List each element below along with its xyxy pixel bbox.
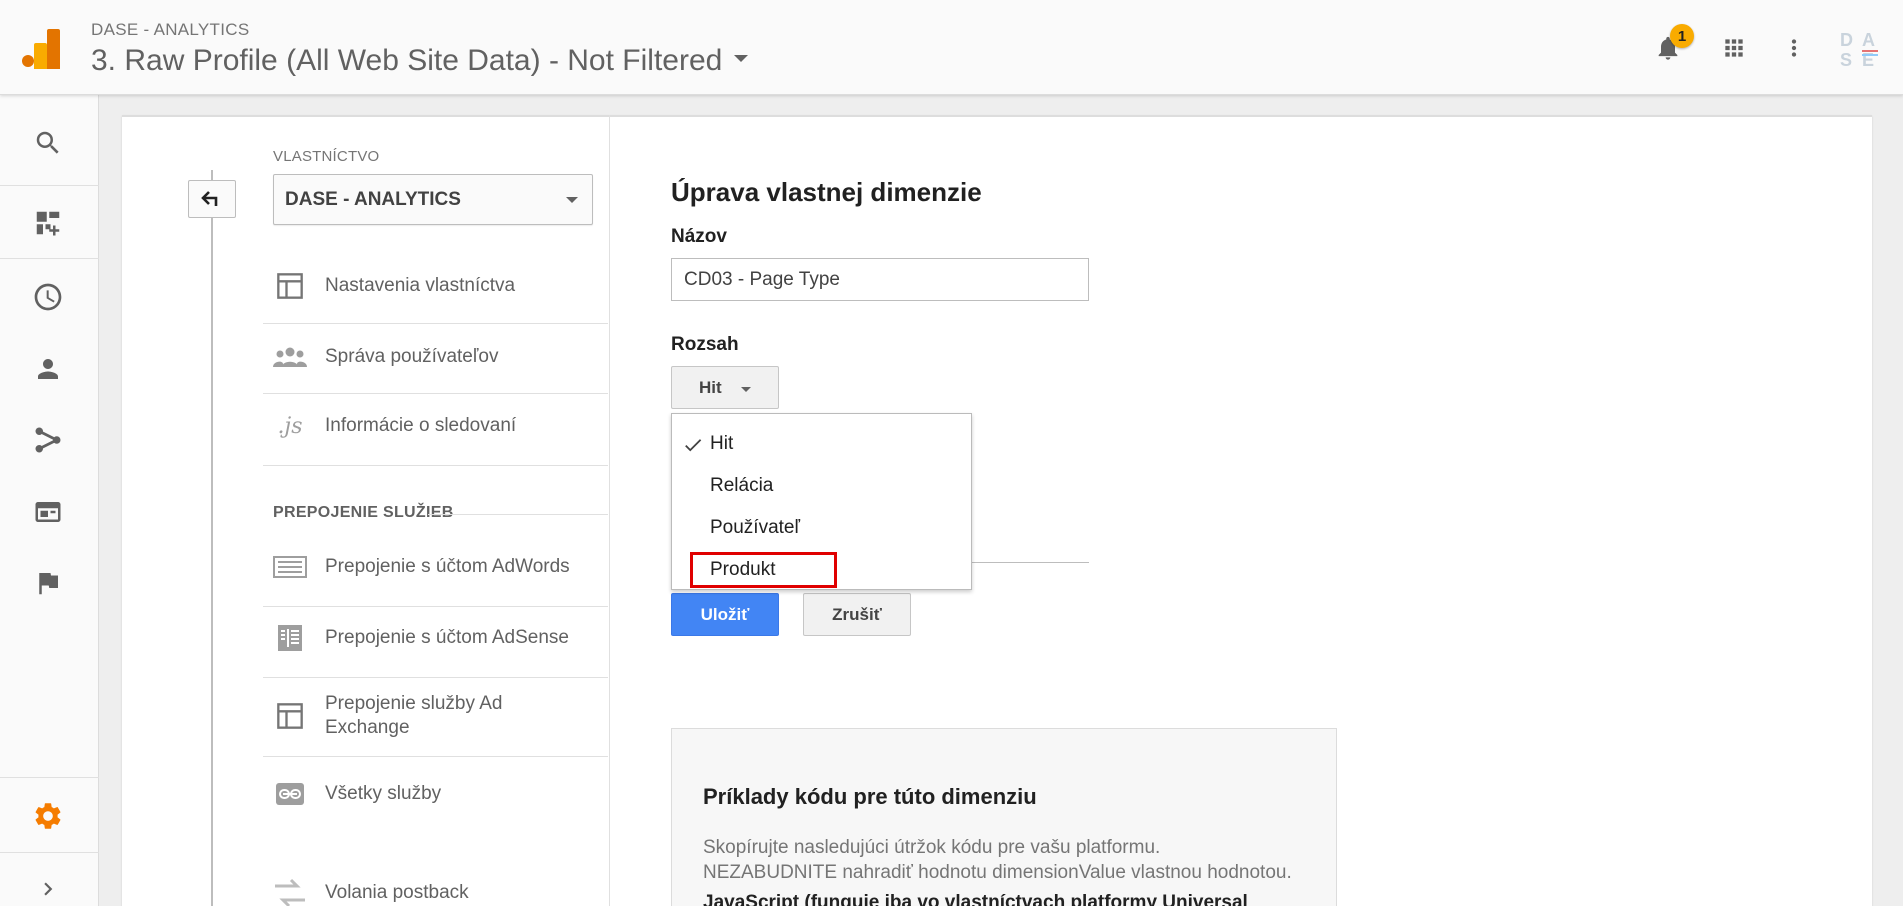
option-label: Relácia [710, 475, 774, 496]
account-label[interactable]: DASE - ANALYTICS [91, 20, 249, 40]
check-icon [685, 439, 702, 452]
form-title: Úprava vlastnej dimenzie [671, 177, 982, 207]
scope-option-product[interactable]: Produkt [672, 550, 971, 590]
svg-text:A: A [1862, 30, 1875, 50]
scope-label: Rozsah [671, 334, 739, 355]
menu-item-tracking-info[interactable]: .js Informácie o sledovaní [263, 409, 608, 443]
name-input[interactable] [671, 258, 1089, 301]
menu-item-label: Volania postback [325, 882, 469, 903]
person-icon [38, 359, 58, 379]
menu-item-all-products[interactable]: Všetky služby [263, 777, 608, 811]
js-icon: .js [277, 413, 303, 439]
menu-item-postbacks[interactable]: Volania postback [263, 876, 608, 906]
postback-icon [273, 876, 307, 906]
caret-down-icon [566, 197, 578, 203]
expand-nav-button[interactable] [28, 869, 68, 906]
conversions-nav-button[interactable] [28, 563, 68, 603]
avatar-logo-icon: D A S E [1840, 30, 1878, 70]
menu-item-ad-exchange-linking[interactable]: Prepojenie služby Ad Exchange [263, 692, 608, 740]
scope-selected-value: Hit [699, 377, 722, 397]
svg-text:S: S [1840, 50, 1852, 70]
audience-nav-button[interactable] [28, 349, 68, 389]
menu-item-label: Prepojenie s účtom AdWords [325, 556, 570, 577]
adsense-icon [273, 621, 307, 655]
property-name: DASE - ANALYTICS [285, 188, 461, 210]
chevron-right-icon [44, 882, 53, 896]
left-navigation [0, 95, 99, 906]
link-icon [273, 777, 307, 811]
option-label: Produkt [710, 559, 776, 580]
ad-exchange-icon [273, 699, 307, 733]
code-examples-panel: Príklady kódu pre túto dimenziu Skopíruj… [671, 728, 1337, 906]
acquisition-nav-button[interactable] [28, 420, 68, 460]
view-title: 3. Raw Profile (All Web Site Data) - Not… [91, 44, 723, 77]
more-vert-icon [1791, 39, 1797, 57]
admin-nav-button[interactable] [28, 796, 68, 836]
examples-subheading: JavaScript (funguje iba vo vlastníctvach… [703, 892, 1248, 906]
cancel-button[interactable]: Zrušiť [803, 593, 911, 636]
notification-badge: 1 [1670, 24, 1694, 48]
flag-icon [39, 573, 58, 595]
more-options-button[interactable] [1774, 28, 1814, 68]
analytics-logo-icon[interactable] [22, 29, 62, 69]
menu-item-user-management[interactable]: Správa používateľov [263, 340, 608, 374]
column-timeline [211, 170, 213, 906]
property-selector[interactable]: DASE - ANALYTICS [273, 174, 593, 225]
name-label: Názov [671, 226, 727, 247]
svg-text:E: E [1862, 50, 1874, 70]
caret-down-icon [741, 387, 751, 392]
search-nav-button[interactable] [28, 123, 68, 163]
menu-item-label: Všetky služby [325, 783, 442, 804]
customization-nav-button[interactable] [28, 203, 68, 243]
section-heading-product-linking: PREPOJENIE SLUŽIEB [273, 504, 454, 521]
examples-description-line1: Skopírujte nasledujúci útržok kódu pre v… [703, 837, 1161, 858]
examples-description: Skopírujte nasledujúci útržok kódu pre v… [703, 835, 1323, 885]
examples-title: Príklady kódu pre túto dimenziu [703, 784, 1037, 809]
examples-description-line2: NEZABUDNITE nahradiť hodnotu dimensionVa… [703, 862, 1292, 883]
menu-item-label: Informácie o sledovaní [325, 415, 517, 436]
menu-item-label: Prepojenie s účtom AdSense [325, 627, 569, 648]
back-arrow-icon [201, 191, 218, 206]
back-button[interactable] [188, 180, 236, 218]
top-header: DASE - ANALYTICS 3. Raw Profile (All Web… [0, 0, 1903, 95]
scope-option-user[interactable]: Používateľ [672, 508, 971, 548]
behavior-icon [35, 502, 61, 522]
realtime-nav-button[interactable] [28, 277, 68, 317]
menu-item-label: Správa používateľov [325, 346, 499, 367]
acquisition-icon [35, 427, 61, 453]
scope-option-session[interactable]: Relácia [672, 466, 971, 506]
view-selector[interactable]: 3. Raw Profile (All Web Site Data) - Not… [91, 44, 749, 78]
menu-item-adwords-linking[interactable]: Prepojenie s účtom AdWords [263, 550, 608, 584]
customization-icon [36, 211, 60, 236]
scope-select[interactable]: Hit [671, 366, 779, 409]
search-icon [36, 131, 59, 154]
adwords-icon [273, 550, 307, 584]
save-button[interactable]: Uložiť [671, 593, 779, 636]
behavior-nav-button[interactable] [28, 492, 68, 532]
property-settings-icon [273, 269, 307, 303]
notifications-button[interactable]: 1 [1648, 24, 1694, 68]
admin-card: VLASTNÍCTVO DASE - ANALYTICS Nastavenia … [122, 115, 1872, 906]
svg-text:D: D [1840, 30, 1853, 50]
menu-item-label: Prepojenie služby Ad Exchange [325, 693, 503, 738]
menu-item-property-settings[interactable]: Nastavenia vlastníctva [263, 269, 608, 303]
scope-dropdown-menu: Hit Relácia Používateľ Produkt [671, 413, 972, 590]
users-icon [273, 340, 307, 374]
gear-icon [35, 803, 61, 829]
apps-button[interactable] [1714, 28, 1754, 68]
clock-icon [34, 283, 62, 311]
account-avatar[interactable]: D A S E [1838, 26, 1882, 70]
property-column-label: VLASTNÍCTVO [273, 148, 380, 165]
caret-down-icon [734, 54, 749, 62]
menu-item-label: Nastavenia vlastníctva [325, 275, 516, 296]
option-label: Používateľ [710, 517, 801, 538]
column-divider [609, 115, 610, 906]
option-label: Hit [710, 433, 734, 454]
menu-item-adsense-linking[interactable]: Prepojenie s účtom AdSense [263, 621, 608, 655]
apps-grid-icon [1725, 39, 1743, 57]
scope-option-hit[interactable]: Hit [672, 424, 971, 464]
